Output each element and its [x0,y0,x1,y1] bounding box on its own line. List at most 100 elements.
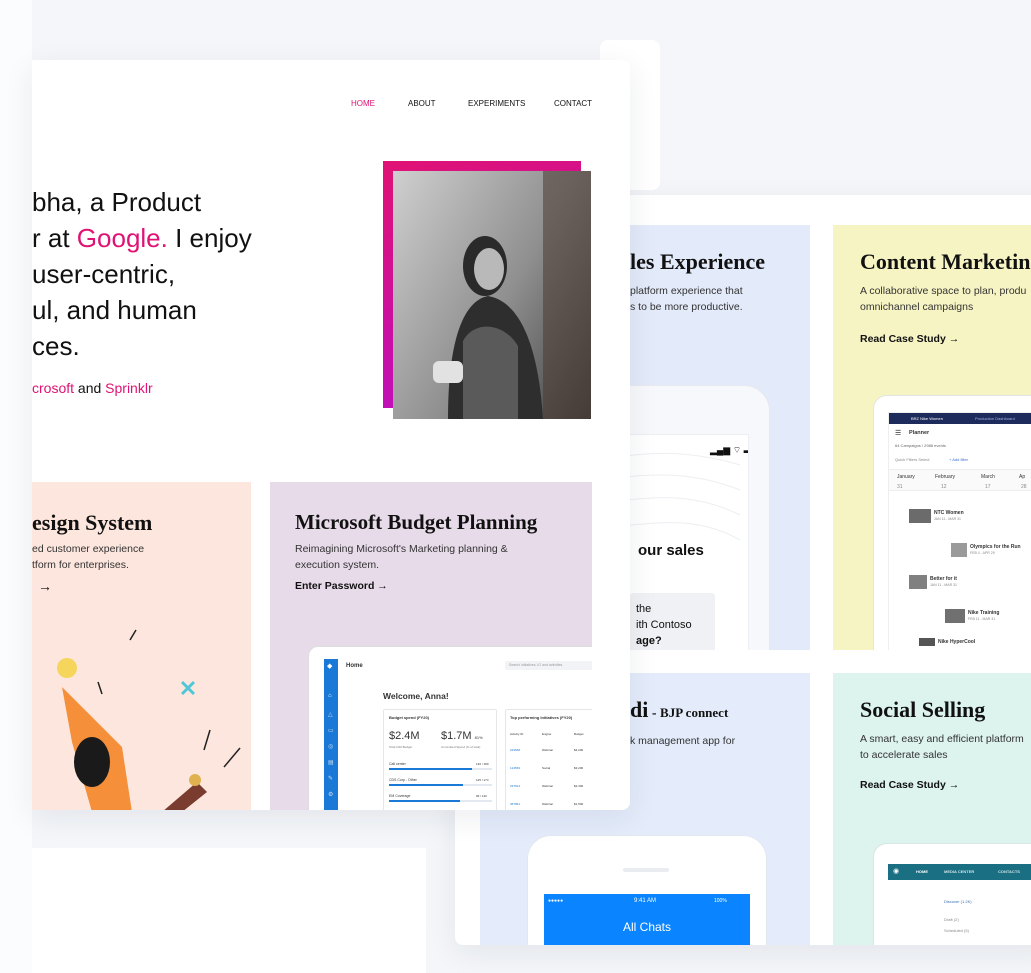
card-description: s to be more productive. [630,301,743,313]
scheduled-item[interactable]: Scheduled (5) [944,928,969,933]
bubble-line: ith Contoso [636,619,692,631]
activity-id[interactable]: 124569 [510,766,520,770]
search-input[interactable]: Search initiatives, IO and activities [505,661,592,670]
progress-bar [389,800,492,802]
row-value: 146 / 180 [476,762,489,766]
link-label: Read Case Study [860,333,946,345]
app-sidebar: ◆ ⌂ △ ▭ ◎ ▤ ✎ ⚙ [324,659,338,810]
row-label: EM Coverage [389,794,411,798]
signal-icons: ▂▄▆ ⌔ ▬ [710,445,749,455]
amount-label: Total O20 Budget [389,745,413,749]
hero-text: and [74,380,106,396]
card-design-system[interactable]: esign System ed customer experience tfor… [32,482,251,810]
quick-filters[interactable]: Quick Filters Select [895,457,929,462]
discover-item[interactable]: Discover (1.2K) [944,899,972,904]
row-value: 96 / 140 [476,794,487,798]
card-description: A collaborative space to plan, produ [860,285,1027,297]
card-social-selling[interactable]: Social Selling A smart, easy and efficie… [833,673,1031,945]
phone-mockup: ●●●●● 9:41 AM 100% All Chats [527,835,767,945]
budget-cell: $2,300 [574,784,584,788]
chat-bubble: the ith Contoso age? [630,593,715,650]
event-thumbnail [951,543,967,557]
portrait-photo [393,171,591,419]
budget-app-mockup: ◆ ⌂ △ ▭ ◎ ▤ ✎ ⚙ Home Search initiatives,… [308,646,592,810]
amount-value: $1.7M [441,730,472,742]
nav-icon[interactable]: ▭ [328,727,334,734]
planner-tab[interactable]: Production Dashboard [975,416,1015,421]
planner-brand: BRZ Nike Women [911,416,943,421]
arrow-right-icon: → [948,333,960,345]
card-description: platform experience that [630,285,743,297]
filter-label: Quick Filters [895,457,918,462]
hero-line: r at Google. I enjoy [32,220,252,256]
column-header: Activity ID [510,732,524,736]
activity-id[interactable]: 234568 [510,748,520,752]
nav-icon[interactable]: △ [328,711,333,718]
bubble-line: the [636,603,652,615]
search-placeholder: Search initiatives, IO and activities [509,663,563,667]
nav-icon[interactable]: ✎ [328,775,333,782]
filter-select[interactable]: Select [918,457,929,462]
event-name: NTC Women [934,510,964,516]
event-thumbnail [909,509,931,523]
planner-mockup: BRZ Nike Women Production Dashboard ☰ Pl… [873,395,1031,650]
engine-cell: Webinar [542,784,554,788]
budget-cell: $4,200 [574,748,584,752]
nav-contacts[interactable]: CONTACTS [998,869,1020,874]
hero-text: r at [32,223,77,253]
homepage-panel: HOME ABOUT EXPERIMENTS CONTACT bha, a Pr… [32,60,630,810]
social-topbar: ◉ HOME MEDIA CENTER CONTACTS [888,864,1031,880]
microsoft-link[interactable]: crosoft [32,380,74,396]
app-title: Home [346,663,363,669]
nav-icon[interactable]: ▤ [328,759,334,766]
nav-home[interactable]: HOME [351,99,375,108]
read-case-study-link[interactable]: Read Case Study → [860,779,959,791]
sales-heading: our sales [638,542,704,559]
nav-home[interactable]: HOME [916,869,928,874]
total-amount: $2.4M [389,730,420,742]
week-label: 17 [985,484,991,490]
card-budget-planning[interactable]: Microsoft Budget Planning Reimagining Mi… [270,482,592,810]
amount-label: Committed Spend (% of total) [441,745,481,749]
amount-percent: 81% [474,735,483,740]
month-label: January [897,474,915,480]
row-value: 125 / 174 [476,778,489,782]
nav-icon[interactable]: ◎ [328,743,333,750]
phone-speaker [623,868,669,872]
read-case-study-link[interactable]: Read Case Study → [860,333,959,345]
settings-icon[interactable]: ⚙ [328,791,333,798]
battery-level: 100% [714,898,727,904]
card-title: les Experience [630,249,766,274]
draft-item[interactable]: Draft (2) [944,917,959,922]
nav-experiments[interactable]: EXPERIMENTS [468,99,525,108]
arrow-right-icon: → [948,779,960,791]
google-highlight: Google. [76,223,168,253]
nav-about[interactable]: ABOUT [408,99,436,108]
social-app-mockup: ◉ HOME MEDIA CENTER CONTACTS Discover (1… [873,843,1031,945]
bubble-line: age? [636,635,662,647]
planner-topbar: BRZ Nike Women Production Dashboard [889,413,1031,424]
card-description: to accelerate sales [860,749,948,761]
nav-media-center[interactable]: MEDIA CENTER [944,869,974,874]
planner-count: 64 Campaigns / 2988 events [895,443,946,448]
card-heading: Budget spend (FY20) [389,715,430,720]
sprinklr-link[interactable]: Sprinklr [105,380,152,396]
event-date: FEB 11 - MAR 31 [968,617,996,621]
add-filter-button[interactable]: + Add filter [949,457,968,462]
menu-icon[interactable]: ☰ [895,429,901,437]
event-name: Better for it [930,576,957,582]
card-content-marketing[interactable]: Content Marketin A collaborative space t… [833,225,1031,650]
nav-contact[interactable]: CONTACT [554,99,592,108]
activity-id[interactable]: 457891 [510,802,520,806]
card-title: Content Marketin [860,249,1031,274]
month-header: January February March Ap 31 12 17 28 [889,469,1031,491]
welcome-heading: Welcome, Anna! [383,691,449,701]
enter-password-link[interactable]: Enter Password → [295,580,388,592]
activity-id[interactable]: 237814 [510,784,520,788]
hero-line: user-centric, [32,259,176,289]
event-thumbnail [919,638,935,646]
planner-screen: BRZ Nike Women Production Dashboard ☰ Pl… [888,412,1031,650]
card-description: A smart, easy and efficient platform [860,733,1024,745]
left-backdrop [0,0,32,973]
home-icon[interactable]: ⌂ [328,693,332,699]
